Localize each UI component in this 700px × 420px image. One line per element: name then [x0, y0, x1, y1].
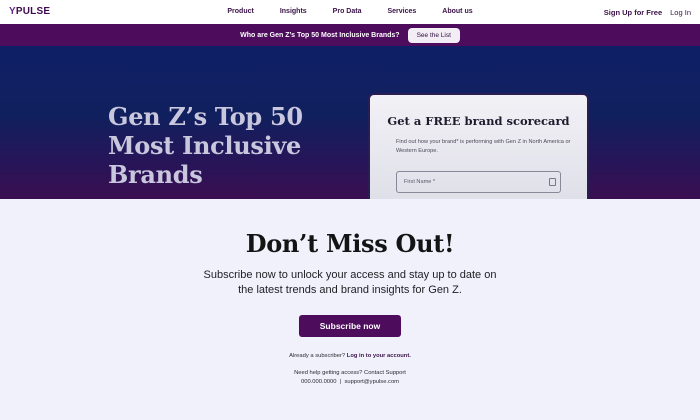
subscribe-now-button[interactable]: Subscribe now: [299, 315, 401, 337]
banner-text: Who are Gen Z’s Top 50 Most Inclusive Br…: [240, 31, 400, 39]
contact-card-icon: [549, 178, 556, 186]
subscribe-description: Subscribe now to unlock your access and …: [203, 269, 497, 296]
promo-banner: Who are Gen Z’s Top 50 Most Inclusive Br…: [0, 24, 700, 46]
support-phone[interactable]: 000.000.0000: [301, 379, 336, 385]
hero-title: Gen Z’s Top 50 Most Inclusive Brands: [108, 102, 303, 189]
support-info: Need help getting access? Contact Suppor…: [0, 369, 700, 387]
nav-link-product[interactable]: Product: [214, 0, 266, 24]
subscribe-section: Don’t Miss Out! Subscribe now to unlock …: [0, 199, 700, 420]
login-link[interactable]: Log In: [670, 8, 691, 17]
top-nav: YPULSE Product Insights Pro Data Service…: [0, 0, 700, 24]
card-description: Find out how your brand* is performing w…: [396, 139, 571, 154]
nav-link-pro-data[interactable]: Pro Data: [320, 0, 375, 24]
help-text: Need help getting access? Contact Suppor…: [294, 370, 406, 376]
card-title: Get a FREE brand scorecard: [387, 114, 570, 128]
support-email[interactable]: support@ypulse.com: [344, 379, 399, 385]
nav-actions: Sign Up for Free Log In: [604, 0, 691, 24]
hero-section: Gen Z’s Top 50 Most Inclusive Brands Get…: [0, 46, 700, 199]
signup-link[interactable]: Sign Up for Free: [604, 8, 662, 17]
already-subscriber-line: Already a subscriber? Log in to your acc…: [289, 353, 411, 359]
nav-link-about-us[interactable]: About us: [429, 0, 485, 24]
first-name-input[interactable]: First Name *: [396, 171, 561, 193]
subscribe-title: Don’t Miss Out!: [245, 229, 455, 258]
nav-links: Product Insights Pro Data Services About…: [0, 0, 700, 24]
see-the-list-button[interactable]: See the List: [407, 27, 460, 43]
nav-link-insights[interactable]: Insights: [267, 0, 320, 24]
scorecard-form-card: Get a FREE brand scorecard Find out how …: [368, 93, 589, 199]
nav-link-services[interactable]: Services: [374, 0, 429, 24]
login-account-link[interactable]: Log in to your account.: [347, 353, 411, 359]
